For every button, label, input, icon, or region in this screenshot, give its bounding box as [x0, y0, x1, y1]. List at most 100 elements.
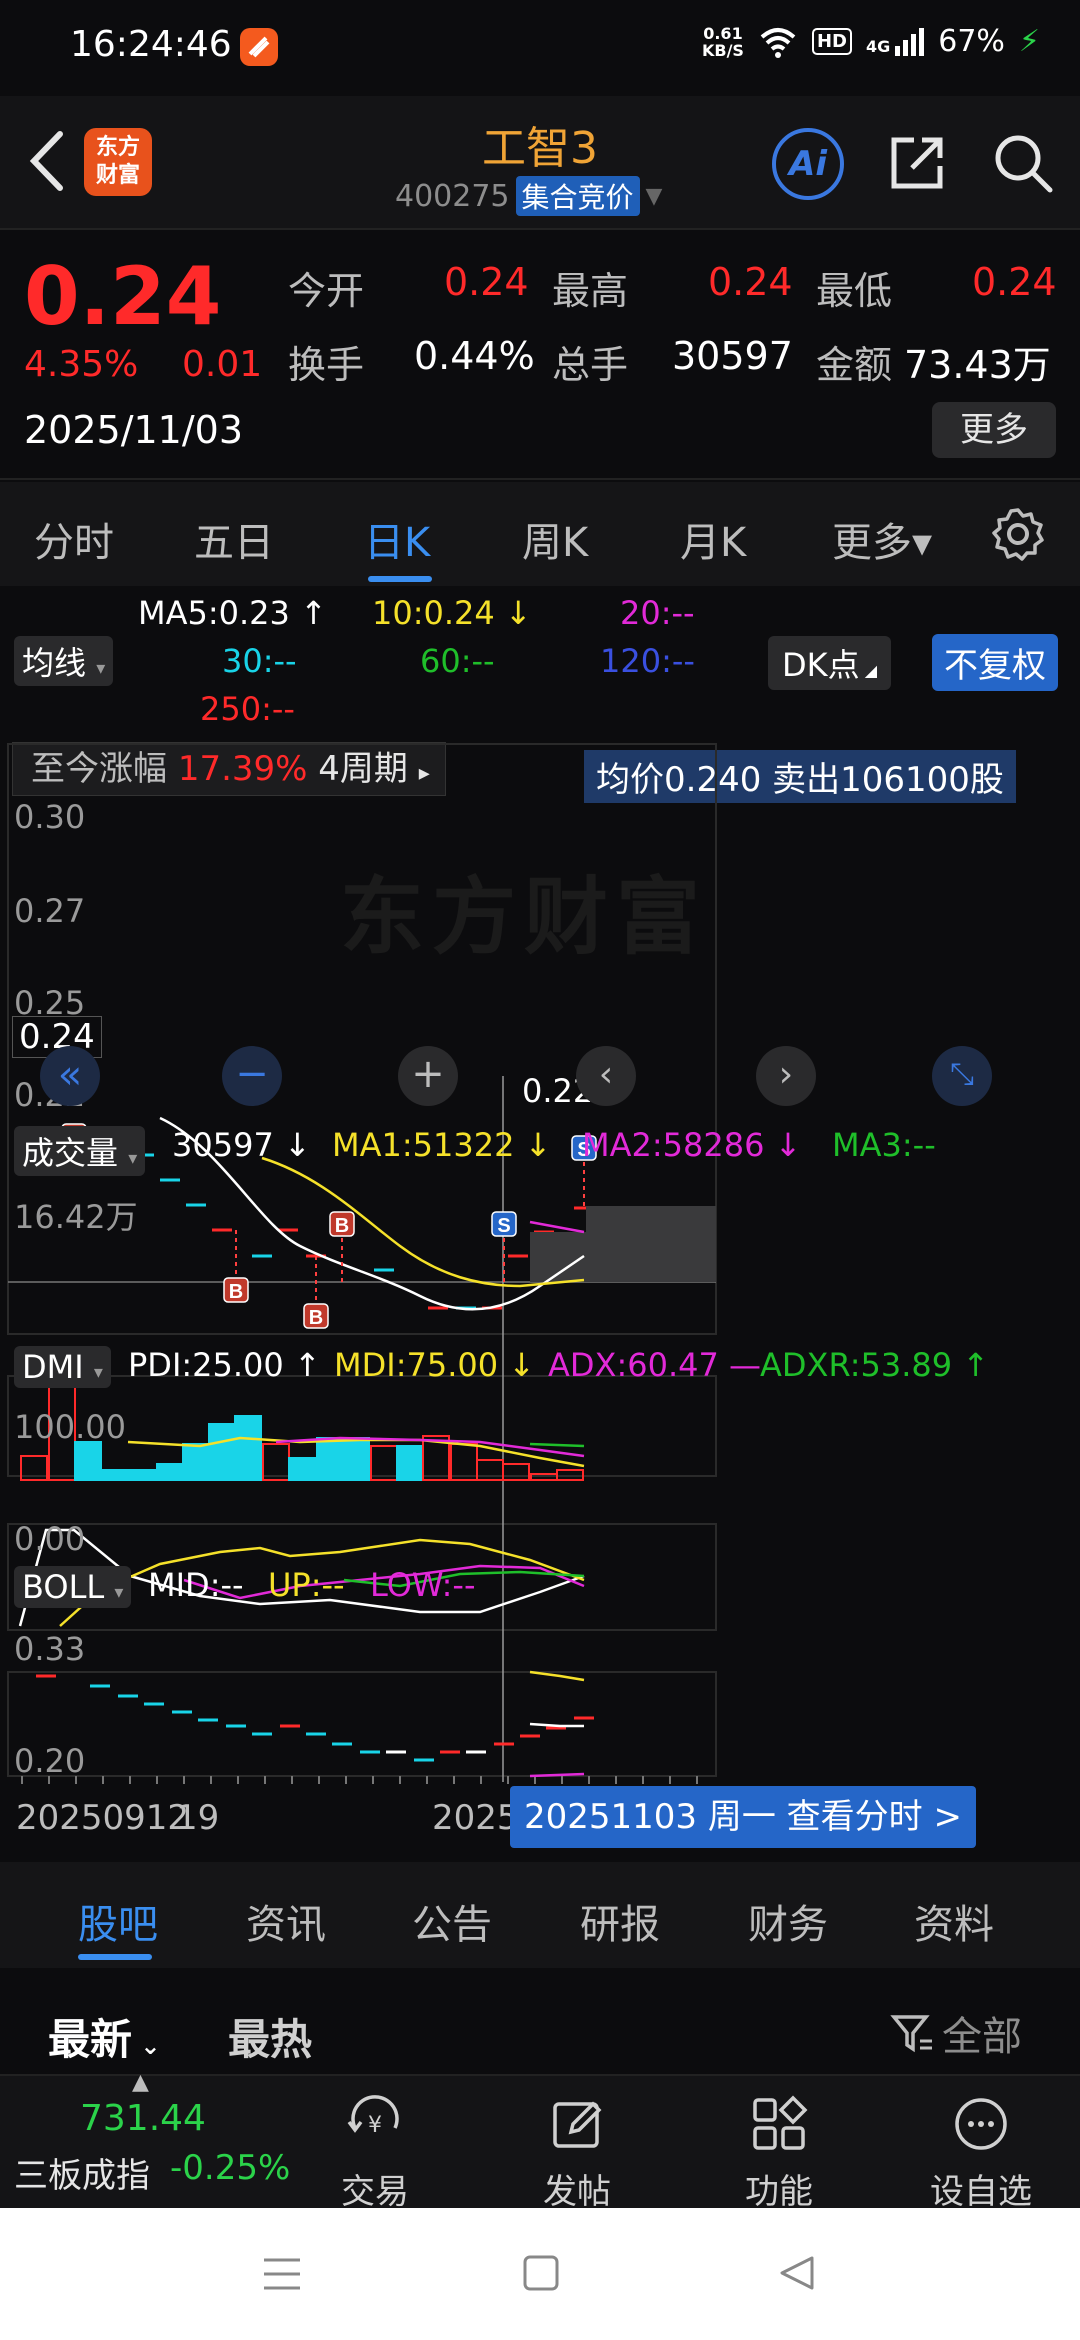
volume-bar	[208, 1423, 236, 1481]
volume-bar	[182, 1443, 210, 1481]
boll-low: LOW:--	[370, 1566, 476, 1604]
post-button[interactable]: 发帖	[502, 2076, 652, 2213]
scroll-left-fast-icon[interactable]: «	[40, 1046, 100, 1106]
nav-back-icon[interactable]	[778, 2254, 816, 2292]
scroll-right-icon[interactable]: ›	[756, 1046, 816, 1106]
battery-level: 67%	[938, 24, 1005, 59]
home-icon[interactable]	[522, 2254, 560, 2292]
sort-latest[interactable]: 最新 ⌄	[48, 2006, 160, 2067]
add-watchlist-label: 设自选	[930, 2172, 1032, 2212]
tab-five-day[interactable]: 五日	[194, 510, 274, 568]
tab-profile[interactable]: 资料	[914, 1892, 994, 1950]
edit-icon	[553, 2101, 602, 2148]
tab-research[interactable]: 研报	[580, 1892, 660, 1950]
tab-daily-k[interactable]: 日K	[364, 510, 430, 568]
tab-monthly-k[interactable]: 月K	[680, 510, 746, 568]
volume-bar	[262, 1443, 290, 1481]
volume-bar	[342, 1437, 370, 1481]
svg-text:东方财富: 东方财富	[340, 870, 708, 964]
tab-intraday[interactable]: 分时	[34, 510, 114, 568]
volume-bar	[370, 1445, 398, 1481]
date-start: 20250912	[16, 1798, 190, 1838]
volume-bar	[234, 1415, 262, 1481]
low-value: 0.24	[972, 260, 1057, 304]
axis-price-1: 0.27	[14, 892, 86, 930]
status-bar: 16:24:46 0.61 KB/S HD 4G 67% ⚡	[0, 0, 1080, 96]
ai-button[interactable]: Ai	[772, 128, 844, 200]
boll-axis-max: 0.33	[14, 1630, 86, 1668]
vol-ma2: MA2:58286 ↓	[582, 1126, 802, 1164]
charging-icon: ⚡	[1018, 24, 1040, 59]
tab-underline	[368, 576, 432, 582]
stock-header: 东方 财富 工智3 400275 集合竞价 ▼ Ai	[0, 96, 1080, 230]
share-icon[interactable]	[886, 132, 948, 194]
filter-all[interactable]: 全部	[890, 2004, 1022, 2062]
menu-icon[interactable]	[262, 2254, 302, 2294]
volume-bar	[396, 1445, 424, 1481]
volume-label: 总手	[552, 343, 629, 387]
hd-badge: HD	[811, 28, 852, 55]
date-mid: 2025	[432, 1798, 519, 1838]
add-watchlist-button[interactable]: 设自选	[906, 2076, 1056, 2213]
zoom-in-icon[interactable]: +	[398, 1046, 458, 1106]
volume-value: 30597	[672, 334, 793, 378]
amount-value: 73.43万	[904, 343, 1051, 387]
wifi-icon	[760, 27, 796, 58]
index-ticker[interactable]: ▲ 731.44 三板成指 -0.25%	[0, 2070, 300, 2210]
boll-up: UP:--	[268, 1566, 345, 1604]
trade-button[interactable]: ¥ 交易	[300, 2076, 450, 2213]
boll-mid-line	[529, 1722, 584, 1728]
sort-bar: 最新 ⌄ 最热 全部	[0, 1968, 1080, 2074]
kline-chart-area[interactable]: 均线 ▾ MA5:0.23 ↑ 10:0.24 ↓ 20:-- 30:-- 60…	[0, 586, 1080, 1862]
system-nav-bar	[0, 2208, 1080, 2340]
fullscreen-icon[interactable]: ⤡	[932, 1046, 992, 1106]
high-label: 最高	[552, 269, 629, 313]
boll-up-line	[529, 1670, 585, 1682]
sort-hot[interactable]: 最热	[228, 2006, 312, 2067]
stock-code: 400275	[395, 178, 510, 214]
zoom-out-icon[interactable]: −	[222, 1046, 282, 1106]
notification-icon	[240, 28, 278, 66]
dmi-indicator-button[interactable]: DMI ▾	[14, 1346, 111, 1388]
view-intraday-bar[interactable]: 20251103 周一 查看分时 >	[510, 1786, 976, 1848]
dmi-axis-min: 0.00	[14, 1520, 86, 1558]
dropdown-icon[interactable]: ▼	[646, 184, 663, 209]
scroll-left-icon[interactable]: ‹	[576, 1046, 636, 1106]
tab-announcements[interactable]: 公告	[412, 1892, 492, 1950]
content-tab-underline	[78, 1954, 152, 1960]
low-label: 最低	[816, 269, 893, 313]
function-button[interactable]: 功能	[704, 2076, 854, 2213]
tab-finance[interactable]: 财务	[748, 1892, 828, 1950]
volume-bar	[450, 1443, 478, 1481]
caret-up-icon: ▲	[132, 2070, 149, 2095]
boll-indicator-button[interactable]: BOLL ▾	[14, 1566, 132, 1608]
trade-icon: ¥	[347, 2095, 399, 2138]
tab-guba[interactable]: 股吧	[78, 1892, 158, 1950]
svg-text:¥: ¥	[368, 2113, 382, 2138]
trade-label: 交易	[341, 2172, 409, 2212]
tab-weekly-k[interactable]: 周K	[522, 510, 588, 568]
search-icon[interactable]	[990, 130, 1056, 196]
axis-price-0: 0.30	[14, 798, 86, 836]
content-tabs: 股吧 资讯 公告 研报 财务 资料	[0, 1862, 1080, 1968]
vol-axis-max: 16.42万	[14, 1198, 138, 1236]
tab-more[interactable]: 更多▾	[832, 510, 932, 568]
bottom-toolbar: ▲ 731.44 三板成指 -0.25% ¥ 交易 发帖 功能 设自选	[0, 2070, 1080, 2212]
dmi-axis-max: 100.00	[14, 1408, 126, 1446]
more-button[interactable]: 更多	[932, 402, 1056, 458]
panel-frame	[7, 1671, 717, 1777]
more-dots-icon	[955, 2098, 1007, 2150]
apps-grid-icon	[753, 2095, 808, 2150]
quote-panel: 0.24 4.35% 0.01 2025/11/03 今开 0.24 最高 0.…	[0, 232, 1080, 480]
trade-marker-label: B	[229, 1281, 243, 1303]
tab-news[interactable]: 资讯	[246, 1892, 326, 1950]
gear-icon[interactable]	[990, 506, 1046, 562]
function-label: 功能	[745, 2172, 813, 2212]
volume-bar	[288, 1457, 316, 1481]
auction-tag: 集合竞价	[515, 176, 640, 216]
filter-icon	[890, 2015, 932, 2053]
trade-marker-label: B	[335, 1215, 349, 1237]
vol-ma1: MA1:51322 ↓	[332, 1126, 552, 1164]
dmi-mdi: MDI:75.00 ↓	[334, 1346, 536, 1384]
volume-indicator-button[interactable]: 成交量 ▾	[14, 1126, 146, 1176]
